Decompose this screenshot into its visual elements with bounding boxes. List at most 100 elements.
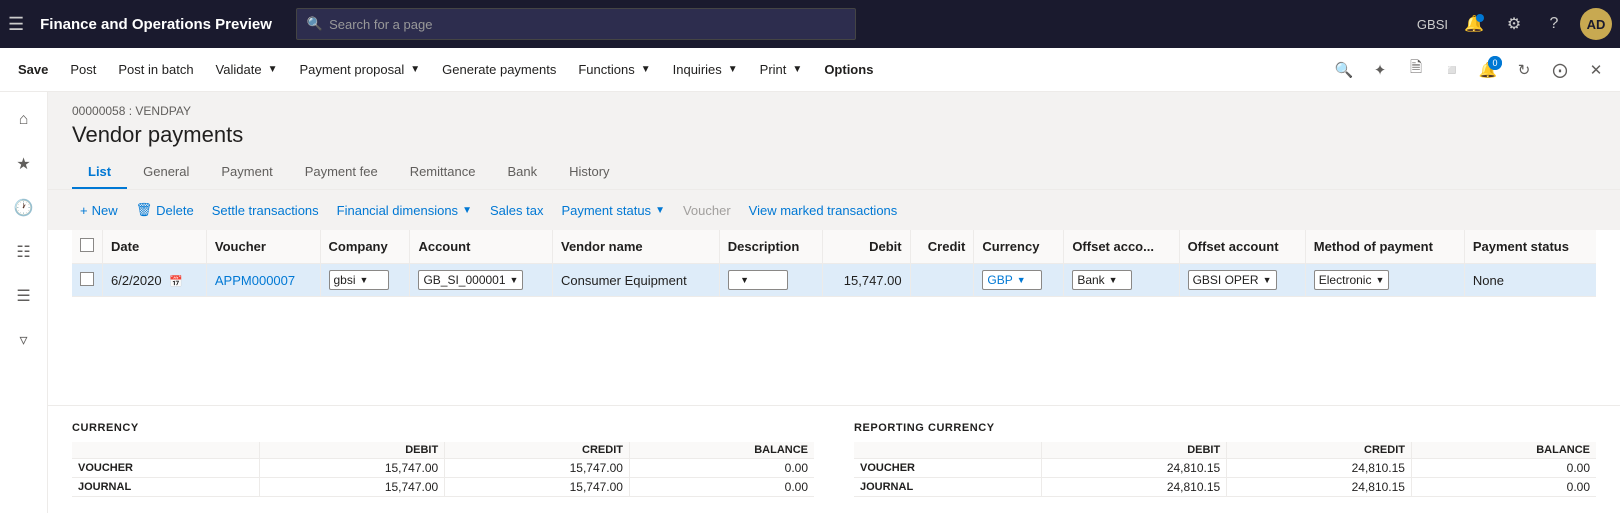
- col-currency: Currency: [974, 230, 1064, 264]
- avatar[interactable]: AD: [1580, 8, 1612, 40]
- sidebar-home-icon[interactable]: ⌂: [4, 100, 44, 140]
- tab-bank[interactable]: Bank: [491, 156, 553, 189]
- col-vendor-name: Vendor name: [552, 230, 719, 264]
- col-credit: Credit: [910, 230, 974, 264]
- refresh-button[interactable]: ↻: [1508, 54, 1540, 86]
- new-button[interactable]: + New: [72, 199, 126, 222]
- sidebar-recent-icon[interactable]: 🕐: [4, 188, 44, 228]
- col-description: Description: [719, 230, 822, 264]
- reporting-currency-title: REPORTING CURRENCY: [854, 422, 1596, 434]
- row-checkbox[interactable]: [80, 272, 94, 286]
- col-check: [72, 230, 103, 264]
- summary-label: VOUCHER: [72, 459, 260, 478]
- validate-label: Validate: [216, 62, 262, 77]
- save-button[interactable]: Save: [8, 56, 58, 83]
- summary-debit: 15,747.00: [260, 478, 445, 497]
- data-table-wrapper: Date Voucher Company Account Vendor name…: [48, 230, 1620, 405]
- tab-remittance[interactable]: Remittance: [394, 156, 492, 189]
- cell-description: ▼: [719, 264, 822, 297]
- open-in-new-button[interactable]: 🗎: [1400, 54, 1432, 86]
- col-account: Account: [410, 230, 553, 264]
- select-all-checkbox[interactable]: [80, 238, 94, 252]
- sidebar-workspaces-icon[interactable]: ☷: [4, 232, 44, 272]
- page-title: Vendor payments: [72, 122, 1596, 148]
- page-header: 00000058 : VENDPAY Vendor payments: [48, 92, 1620, 156]
- offset-account-select[interactable]: GBSI OPER▼: [1188, 270, 1277, 290]
- payment-proposal-label: Payment proposal: [299, 62, 404, 77]
- col-voucher: Voucher: [206, 230, 320, 264]
- offset-acct-select[interactable]: Bank▼: [1072, 270, 1132, 290]
- summary-credit: 15,747.00: [445, 478, 630, 497]
- cell-credit: [910, 264, 974, 297]
- cell-debit: 15,747.00: [823, 264, 910, 297]
- tab-general[interactable]: General: [127, 156, 205, 189]
- cell-check: [72, 264, 103, 297]
- main-layout: ⌂ ★ 🕐 ☷ ☰ ▿ 00000058 : VENDPAY Vendor pa…: [0, 92, 1620, 513]
- top-nav-right: GBSI 🔔 ⚙ ? AD: [1417, 8, 1612, 40]
- help-icon[interactable]: ?: [1540, 10, 1568, 38]
- settle-transactions-button[interactable]: Settle transactions: [204, 199, 327, 222]
- summary-credit: 15,747.00: [445, 459, 630, 478]
- reporting-label: VOUCHER: [854, 459, 1042, 478]
- print-button[interactable]: Print ▼: [750, 56, 813, 83]
- col-payment-status: Payment status: [1464, 230, 1596, 264]
- search-toggle-button[interactable]: 🔍: [1328, 54, 1360, 86]
- cell-vendor-name: Consumer Equipment: [552, 264, 719, 297]
- account-select[interactable]: GB_SI_000001▼: [418, 270, 523, 290]
- cell-method-of-payment: Electronic▼: [1305, 264, 1464, 297]
- notification-count-button[interactable]: 0 🔔: [1472, 54, 1504, 86]
- generate-payments-button[interactable]: Generate payments: [432, 56, 566, 83]
- print-label: Print: [760, 62, 787, 77]
- tab-payment[interactable]: Payment: [205, 156, 288, 189]
- validate-button[interactable]: Validate ▼: [206, 56, 288, 83]
- view-marked-transactions-button[interactable]: View marked transactions: [741, 199, 906, 222]
- payment-status-chevron: ▼: [655, 205, 665, 216]
- breadcrumb: 00000058 : VENDPAY: [72, 104, 1596, 118]
- col-rep-label: [854, 442, 1042, 459]
- col-summary-balance: BALANCE: [629, 442, 814, 459]
- company-select[interactable]: gbsi▼: [329, 270, 389, 290]
- payment-proposal-chevron: ▼: [410, 64, 420, 75]
- table-row[interactable]: 6/2/2020 📅 APPM000007 gbsi▼ GB_SI_000001…: [72, 264, 1596, 297]
- post-button[interactable]: Post: [60, 56, 106, 83]
- payment-proposal-button[interactable]: Payment proposal ▼: [289, 56, 430, 83]
- sales-tax-button[interactable]: Sales tax: [482, 199, 551, 222]
- currency-select[interactable]: GBP▼: [982, 270, 1042, 290]
- delete-button[interactable]: 🗑 Delete: [128, 198, 202, 222]
- sidebar-favorites-icon[interactable]: ★: [4, 144, 44, 184]
- close-button[interactable]: ✕: [1580, 54, 1612, 86]
- sidebar-filter-icon[interactable]: ▿: [4, 320, 44, 360]
- top-navigation: ☰ Finance and Operations Preview 🔍 GBSI …: [0, 0, 1620, 48]
- functions-label: Functions: [578, 62, 634, 77]
- notification-icon[interactable]: 🔔: [1460, 10, 1488, 38]
- summary-section: CURRENCY DEBIT CREDIT BALANCE VOUCHER: [48, 405, 1620, 513]
- calendar-icon[interactable]: 📅: [169, 276, 183, 288]
- post-in-batch-button[interactable]: Post in batch: [108, 56, 203, 83]
- command-bar-right-icons: 🔍 ✦ 🗎 ◽ 0 🔔 ↻ ⨀ ✕: [1328, 54, 1612, 86]
- tab-history[interactable]: History: [553, 156, 625, 189]
- col-rep-debit: DEBIT: [1042, 442, 1227, 459]
- description-select[interactable]: ▼: [728, 270, 788, 290]
- maximize-button[interactable]: ⨀: [1544, 54, 1576, 86]
- method-of-payment-select[interactable]: Electronic▼: [1314, 270, 1390, 290]
- financial-dimensions-button[interactable]: Financial dimensions ▼: [329, 199, 480, 222]
- search-input[interactable]: [329, 17, 845, 32]
- payment-status-button[interactable]: Payment status ▼: [553, 199, 673, 222]
- search-bar[interactable]: 🔍: [296, 8, 856, 40]
- tab-list[interactable]: List: [72, 156, 127, 189]
- print-chevron: ▼: [792, 64, 802, 75]
- col-rep-balance: BALANCE: [1411, 442, 1596, 459]
- options-button[interactable]: Options: [814, 56, 883, 83]
- functions-button[interactable]: Functions ▼: [568, 56, 660, 83]
- tab-payment-fee[interactable]: Payment fee: [289, 156, 394, 189]
- settings-icon[interactable]: ⚙: [1500, 10, 1528, 38]
- voucher-button: Voucher: [675, 199, 739, 222]
- personalize-button[interactable]: ✦: [1364, 54, 1396, 86]
- split-view-button[interactable]: ◽: [1436, 54, 1468, 86]
- reporting-currency-row: VOUCHER 24,810.15 24,810.15 0.00: [854, 459, 1596, 478]
- hamburger-icon[interactable]: ☰: [8, 14, 24, 35]
- search-icon: 🔍: [307, 16, 323, 32]
- sidebar-modules-icon[interactable]: ☰: [4, 276, 44, 316]
- tab-bar: List General Payment Payment fee Remitta…: [48, 156, 1620, 190]
- inquiries-button[interactable]: Inquiries ▼: [663, 56, 748, 83]
